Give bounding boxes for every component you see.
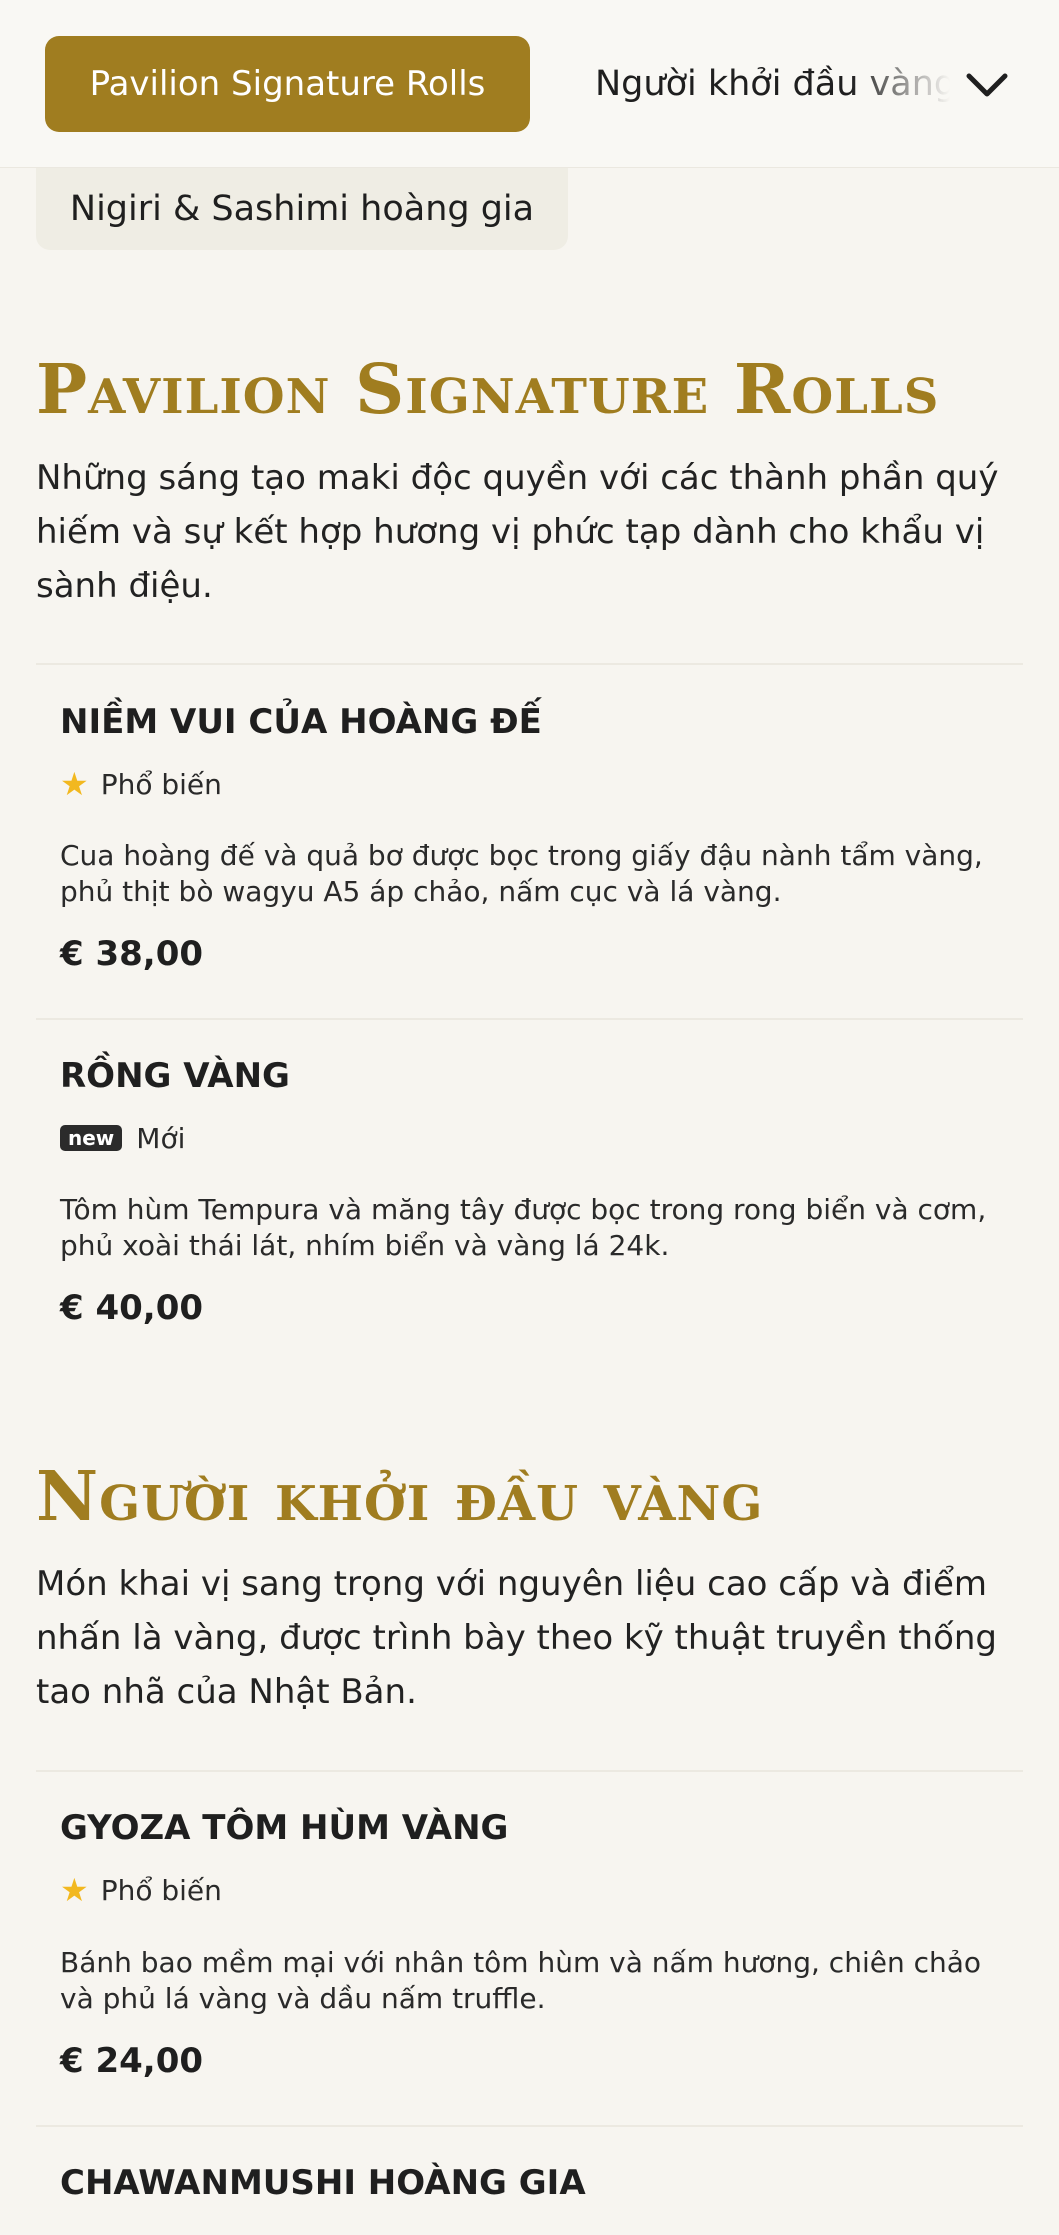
menu-item-name[interactable]: GYOZA TÔM HÙM VÀNG (60, 1808, 508, 1848)
new-tag: new Mới (60, 1120, 185, 1156)
section-title-signature-rolls: Pavilion Signature Rolls (36, 350, 940, 430)
menu-item-description: Cua hoàng đế và quả bơ được bọc trong gi… (60, 839, 983, 908)
section-description: Những sáng tạo maki độc quyền với các th… (36, 458, 999, 606)
tab-nguoi-khoi-dau-vang[interactable]: Người khởi đầu vàng (595, 36, 950, 132)
tag-label: Mới (136, 1121, 186, 1155)
divider (36, 1770, 1023, 1772)
menu-item-description: Tôm hùm Tempura và măng tây được bọc tro… (60, 1193, 987, 1262)
tag-label: Phổ biến (100, 1873, 222, 1907)
menu-item-price: € 40,00 (60, 1288, 204, 1328)
divider (36, 663, 1023, 665)
menu-item-price: € 24,00 (60, 2041, 204, 2081)
menu-item-name[interactable]: CHAWANMUSHI HOÀNG GIA (60, 2163, 586, 2203)
category-nav: Pavilion Signature Rolls Người khởi đầu … (0, 0, 1059, 168)
divider (36, 2125, 1023, 2127)
new-badge: new (60, 1125, 123, 1151)
menu-item-name[interactable]: NIỀM VUI CỦA HOÀNG ĐẾ (60, 702, 542, 742)
chevron-down-icon[interactable] (962, 60, 1012, 110)
popular-tag: ★ Phổ biến (60, 1872, 222, 1908)
menu-item-description: Bánh bao mềm mại với nhân tôm hùm và nấm… (60, 1946, 982, 2015)
divider (36, 1018, 1023, 1020)
section-title-golden-starters: Người khởi đầu vàng (36, 1457, 764, 1537)
star-icon: ★ (60, 1871, 89, 1909)
popular-tag: ★ Phổ biến (60, 766, 222, 802)
tab-nigiri-sashimi[interactable]: Nigiri & Sashimi hoàng gia (36, 168, 568, 250)
menu-item-price: € 38,00 (60, 934, 204, 974)
section-description: Món khai vị sang trọng với nguyên liệu c… (36, 1564, 998, 1712)
menu-item-name[interactable]: RỒNG VÀNG (60, 1056, 290, 1096)
tag-label: Phổ biến (100, 767, 222, 801)
tab-pavilion-signature-rolls[interactable]: Pavilion Signature Rolls (45, 36, 530, 132)
star-icon: ★ (60, 765, 89, 803)
